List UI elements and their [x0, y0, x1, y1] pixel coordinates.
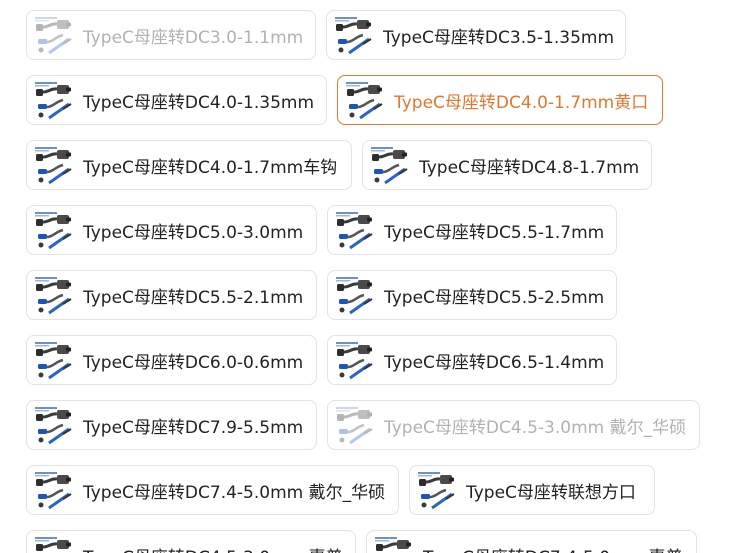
option-label: TypeC母座转DC7.4-5.0mm 惠普 — [423, 543, 683, 553]
option-dc4-8-1-7mm[interactable]: TypeC母座转DC4.8-1.7mm — [362, 140, 652, 190]
cable-adapter-thumbnail-icon — [33, 145, 73, 185]
cable-adapter-thumbnail-icon — [33, 340, 73, 380]
cable-adapter-thumbnail-icon — [33, 80, 73, 120]
option-label: TypeC母座转DC4.0-1.7mm车钩 — [83, 157, 338, 178]
cable-adapter-thumbnail-icon — [334, 210, 374, 250]
cable-adapter-thumbnail-icon — [33, 405, 73, 445]
option-dc4-0-1-7mm-hook[interactable]: TypeC母座转DC4.0-1.7mm车钩 — [26, 140, 352, 190]
option-label: TypeC母座转DC5.0-3.0mm — [83, 222, 304, 243]
cable-adapter-thumbnail-icon — [373, 535, 413, 553]
option-dc3-0-1-1mm[interactable]: TypeC母座转DC3.0-1.1mm — [26, 10, 316, 60]
option-dc5-5-2-5mm[interactable]: TypeC母座转DC5.5-2.5mm — [327, 270, 617, 320]
cable-adapter-thumbnail-icon — [334, 275, 374, 315]
option-label: TypeC母座转DC4.5-3.0mm 戴尔_华硕 — [384, 417, 687, 438]
option-dc4-0-1-35mm[interactable]: TypeC母座转DC4.0-1.35mm — [26, 75, 327, 125]
cable-adapter-thumbnail-icon — [334, 405, 374, 445]
option-dc3-5-1-35mm[interactable]: TypeC母座转DC3.5-1.35mm — [326, 10, 626, 60]
option-dc5-5-2-1mm[interactable]: TypeC母座转DC5.5-2.1mm — [26, 270, 317, 320]
option-label: TypeC母座转DC7.9-5.5mm — [83, 417, 304, 438]
option-label: TypeC母座转DC4.0-1.35mm — [83, 92, 315, 113]
option-dc7-4-5-0mm-dell-asus[interactable]: TypeC母座转DC7.4-5.0mm 戴尔_华硕 — [26, 465, 399, 515]
option-label: TypeC母座转DC4.5-3.0mm 惠普 — [83, 543, 343, 553]
cable-adapter-thumbnail-icon — [333, 15, 373, 55]
cable-adapter-thumbnail-icon — [33, 275, 73, 315]
option-lenovo-square-tip[interactable]: TypeC母座转联想方口 — [409, 465, 655, 515]
option-dc4-5-3-0mm-dell-asus[interactable]: TypeC母座转DC4.5-3.0mm 戴尔_华硕 — [327, 400, 700, 450]
cable-adapter-thumbnail-icon — [33, 210, 73, 250]
option-label: TypeC母座转DC6.0-0.6mm — [83, 352, 304, 373]
cable-adapter-thumbnail-icon — [344, 80, 384, 120]
option-dc4-5-3-0mm-hp[interactable]: TypeC母座转DC4.5-3.0mm 惠普 — [26, 530, 356, 553]
option-dc4-0-1-7mm-yellow-tip[interactable]: TypeC母座转DC4.0-1.7mm黄口 — [337, 75, 663, 125]
option-dc7-9-5-5mm[interactable]: TypeC母座转DC7.9-5.5mm — [26, 400, 317, 450]
cable-adapter-thumbnail-icon — [33, 535, 73, 553]
option-label: TypeC母座转DC4.8-1.7mm — [419, 157, 640, 178]
option-dc6-0-0-6mm[interactable]: TypeC母座转DC6.0-0.6mm — [26, 335, 317, 385]
variant-options-panel: TypeC母座转DC3.0-1.1mm TypeC母座转DC3.5-1.35mm… — [0, 0, 734, 553]
option-label: TypeC母座转DC6.5-1.4mm — [384, 352, 605, 373]
cable-adapter-thumbnail-icon — [334, 340, 374, 380]
option-label: TypeC母座转DC3.0-1.1mm — [83, 27, 304, 48]
option-dc5-5-1-7mm[interactable]: TypeC母座转DC5.5-1.7mm — [327, 205, 617, 255]
cable-adapter-thumbnail-icon — [369, 145, 409, 185]
option-label: TypeC母座转DC5.5-1.7mm — [384, 222, 605, 243]
cable-adapter-thumbnail-icon — [33, 15, 73, 55]
option-label: TypeC母座转DC4.0-1.7mm黄口 — [394, 92, 649, 113]
option-dc6-5-1-4mm[interactable]: TypeC母座转DC6.5-1.4mm — [327, 335, 617, 385]
cable-adapter-thumbnail-icon — [416, 470, 456, 510]
option-label: TypeC母座转DC5.5-2.1mm — [83, 287, 304, 308]
option-dc5-0-3-0mm[interactable]: TypeC母座转DC5.0-3.0mm — [26, 205, 317, 255]
option-dc7-4-5-0mm-hp[interactable]: TypeC母座转DC7.4-5.0mm 惠普 — [366, 530, 697, 553]
option-label: TypeC母座转DC3.5-1.35mm — [383, 27, 615, 48]
option-label: TypeC母座转联想方口 — [466, 482, 636, 503]
option-label: TypeC母座转DC5.5-2.5mm — [384, 287, 605, 308]
option-label: TypeC母座转DC7.4-5.0mm 戴尔_华硕 — [83, 482, 386, 503]
cable-adapter-thumbnail-icon — [33, 470, 73, 510]
